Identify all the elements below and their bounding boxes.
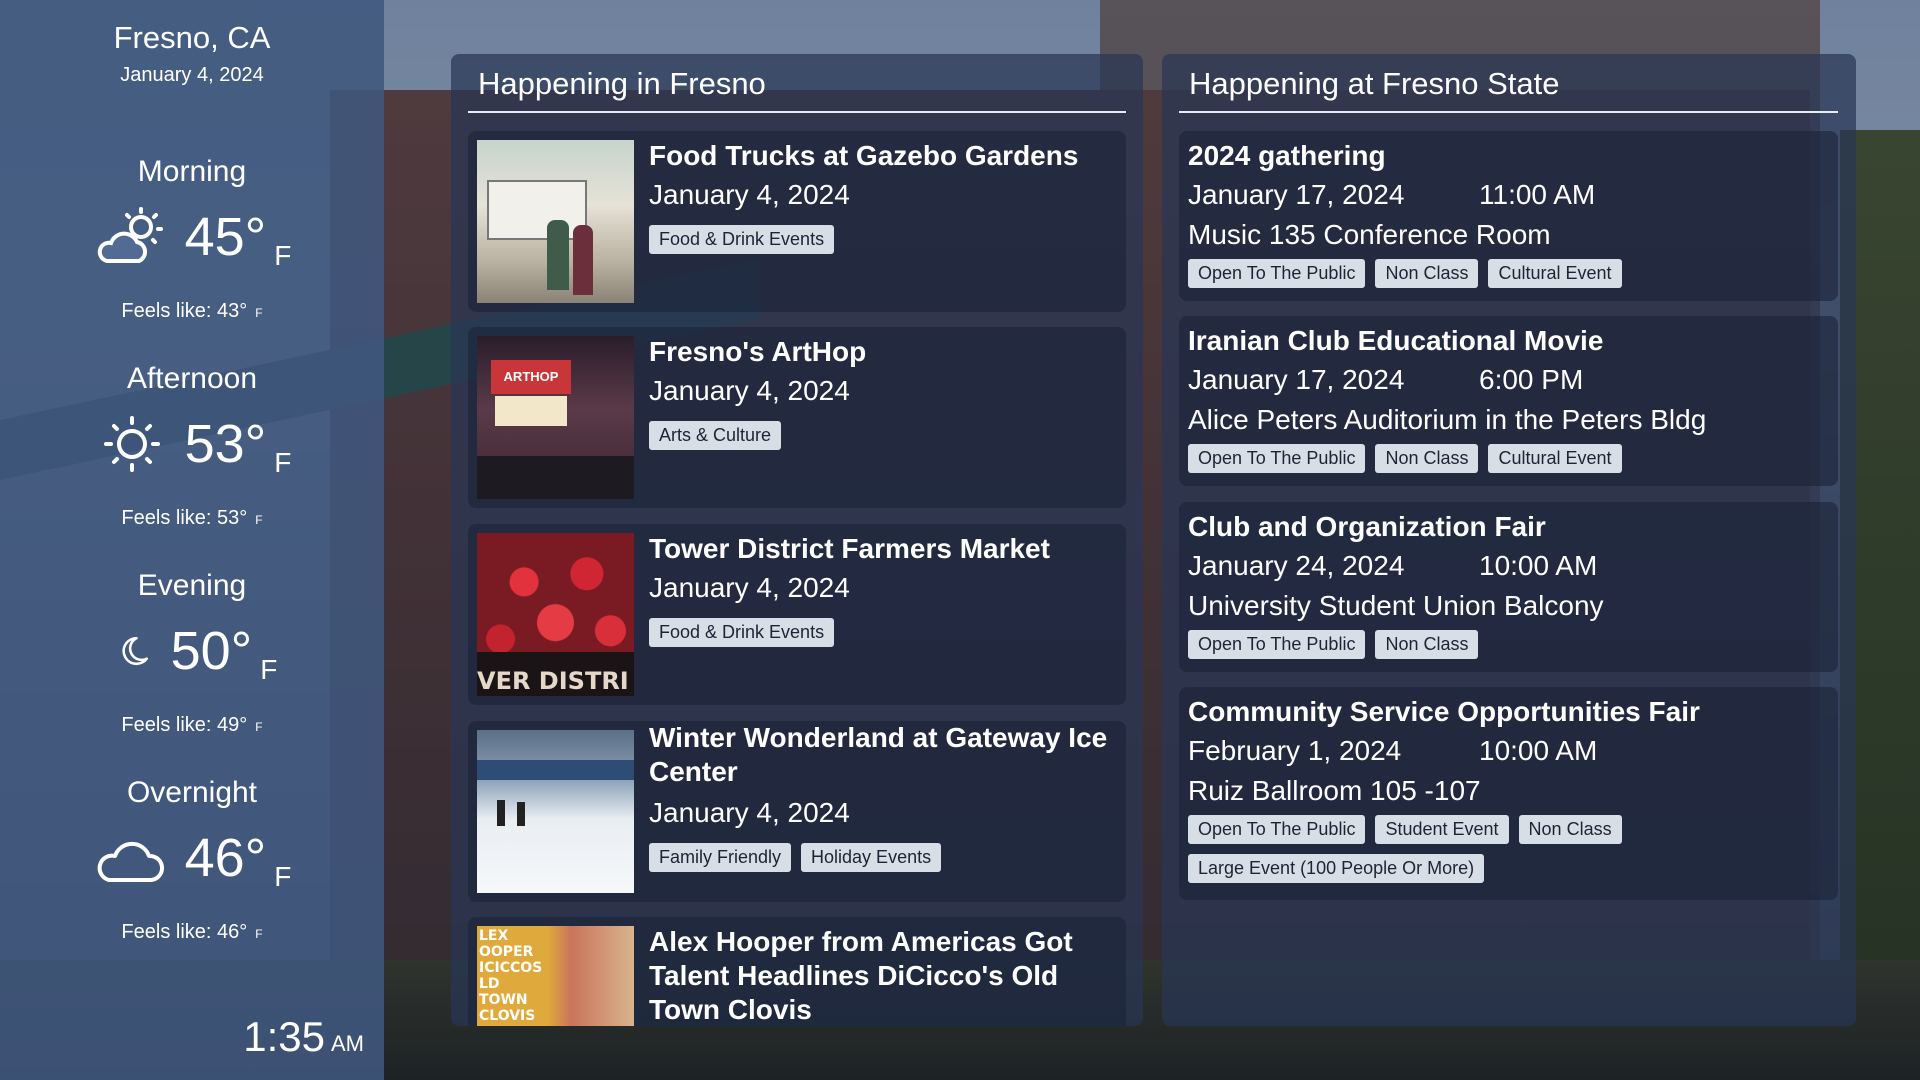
thumbnail-text: VER DISTRI MERS MAR [477,652,634,696]
event-title: Tower District Farmers Market [649,533,1050,564]
city-name: Fresno, CA [113,20,271,55]
fresno-events-panel: Happening in Fresno Food Trucks at Gazeb… [451,54,1143,1026]
event-card[interactable]: Iranian Club Educational Movie January 1… [1179,316,1838,486]
event-tag: Food & Drink Events [649,618,835,647]
event-card[interactable]: LEX OOPER ICICCOS LD TOWN CLOVIS Alex Ho… [468,917,1126,1026]
event-card[interactable]: Food Trucks at Gazebo Gardens January 4,… [468,131,1126,312]
event-title: Club and Organization Fair [1188,511,1546,542]
event-tag: Food & Drink Events [649,225,835,254]
event-thumbnail: VER DISTRI MERS MAR [477,533,634,696]
event-card[interactable]: ARTHOP Fresno's ArtHop January 4, 2024 A… [468,327,1126,508]
feels-unit: F [255,513,263,527]
temperature: 45° [184,207,267,267]
event-tag: Non Class [1375,630,1479,659]
temperature: 50° [170,621,253,681]
clock-ampm: AM [331,1031,364,1056]
weather-overnight: Overnight 46° F Feels like: 46° F [0,776,384,966]
event-thumbnail [477,140,634,303]
partly-cloudy-sun-icon [97,207,163,263]
event-tag: Open To The Public [1188,630,1366,659]
period-name: Overnight [126,776,258,809]
event-tag: Open To The Public [1188,259,1366,288]
thumbnail-text: LEX OOPER ICICCOS LD TOWN CLOVIS [479,928,543,1024]
event-date: January 4, 2024 [649,797,850,828]
event-tag: Arts & Culture [649,421,782,450]
event-tag: Holiday Events [801,843,942,872]
feels-unit: F [255,927,263,941]
event-date: January 17, 2024 [1188,179,1405,210]
sun-icon [103,416,160,472]
event-title: 2024 gathering [1188,140,1386,171]
event-tag: Student Event [1375,815,1509,844]
event-date: January 17, 2024 [1188,364,1405,395]
event-time: 10:00 AM [1479,550,1598,581]
period-name: Morning [137,155,247,188]
feels-like: Feels like: 46° [121,921,248,943]
event-date: January 4, 2024 [649,179,850,210]
moon-icon [122,636,148,666]
divider [468,111,1126,113]
event-time: 6:00 PM [1479,364,1584,395]
event-card[interactable]: 2024 gathering January 17, 2024 11:00 AM… [1179,131,1838,301]
event-location: Ruiz Ballroom 105 -107 [1188,775,1481,806]
event-date: January 24, 2024 [1188,550,1405,581]
event-thumbnail: LEX OOPER ICICCOS LD TOWN CLOVIS [477,926,634,1026]
feels-unit: F [255,306,263,320]
event-title: Iranian Club Educational Movie [1188,325,1604,356]
event-title: Winter Wonderland at Gateway Ice Center [649,722,1108,787]
event-title: Fresno's ArtHop [649,336,867,367]
clock-time: 1:35 [243,1013,325,1060]
temperature: 53° [184,414,267,474]
panel-title: Happening in Fresno [478,66,766,101]
period-name: Evening [137,569,247,602]
weather-morning: Morning 45° F Feels like: 43° F [0,155,384,345]
cloud-icon [97,841,164,882]
feels-like: Feels like: 43° [121,300,248,322]
event-card[interactable]: Community Service Opportunities Fair Feb… [1179,687,1838,900]
divider [1179,111,1838,113]
event-location: Music 135 Conference Room [1188,219,1551,250]
event-tag: Cultural Event [1488,444,1622,473]
event-tag: Family Friendly [649,843,792,872]
temp-unit: F [274,240,292,271]
event-card[interactable]: Winter Wonderland at Gateway Ice Center … [468,721,1126,902]
temp-unit: F [274,861,292,892]
feels-unit: F [255,720,263,734]
event-title: Food Trucks at Gazebo Gardens [649,140,1079,171]
weather-sidebar: Fresno, CA January 4, 2024 Morning 45° F … [0,0,384,1080]
event-tag: Cultural Event [1488,259,1622,288]
event-thumbnail: ARTHOP [477,336,634,499]
weather-afternoon: Afternoon 53° F Feels like: 53° F [0,362,384,552]
event-location: Alice Peters Auditorium in the Peters Bl… [1188,404,1707,435]
event-date: January 4, 2024 [649,572,850,603]
event-tag: Large Event (100 People Or More) [1188,854,1485,883]
event-time: 11:00 AM [1479,179,1596,210]
panel-title: Happening at Fresno State [1189,66,1560,101]
event-thumbnail [477,730,634,893]
event-tag: Open To The Public [1188,815,1366,844]
weather-evening: Evening 50° F Feels like: 49° F [0,569,384,759]
period-name: Afternoon [126,362,258,395]
event-card[interactable]: VER DISTRI MERS MAR Tower District Farme… [468,524,1126,705]
temp-unit: F [260,654,278,685]
event-date: January 4, 2024 [649,375,850,406]
event-date: February 1, 2024 [1188,735,1402,766]
clock: 1:35 AM [243,1013,364,1061]
event-title: Alex Hooper from Americas Got Talent Hea… [649,926,1073,1025]
feels-like: Feels like: 49° [121,714,248,736]
event-tag: Open To The Public [1188,444,1366,473]
temperature: 46° [184,828,267,888]
event-time: 10:00 AM [1479,735,1598,766]
event-tag: Non Class [1375,259,1479,288]
event-title: Community Service Opportunities Fair [1188,696,1700,727]
event-tag: Non Class [1518,815,1622,844]
fresno-state-events-panel: Happening at Fresno State 2024 gathering… [1162,54,1856,1026]
temp-unit: F [274,447,292,478]
event-card[interactable]: Club and Organization Fair January 24, 2… [1179,502,1838,672]
feels-like: Feels like: 53° [121,507,248,529]
event-tag: Non Class [1375,444,1479,473]
current-date: January 4, 2024 [120,64,264,86]
event-location: University Student Union Balcony [1188,590,1604,621]
